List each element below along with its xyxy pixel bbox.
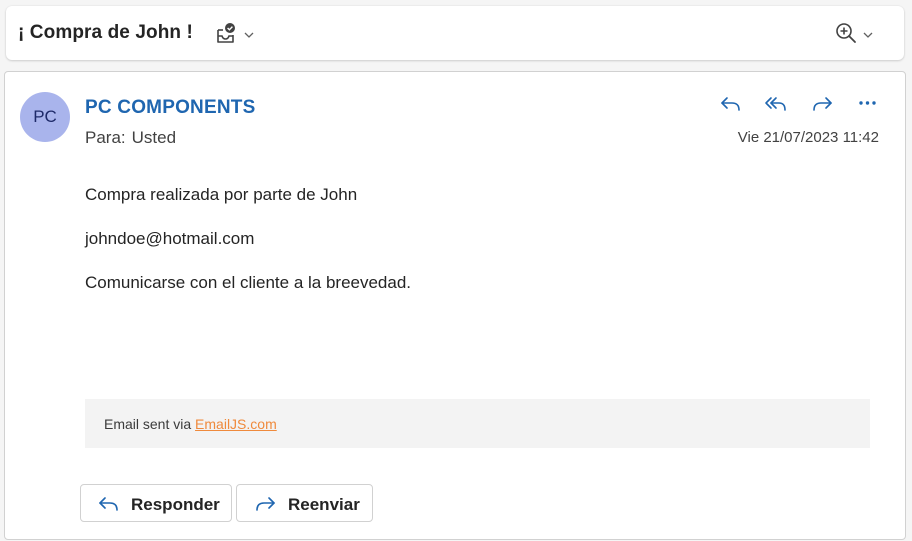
reply-button-label: Responder (131, 495, 220, 514)
email-subject: ¡ Compra de John ! (18, 22, 193, 43)
to-label: Para: (85, 128, 126, 147)
body-line: Compra realizada por parte de John (85, 185, 358, 204)
more-icon[interactable] (855, 92, 881, 116)
chevron-down-icon[interactable] (862, 30, 874, 40)
forward-icon[interactable] (809, 92, 835, 116)
envelope-check-icon[interactable] (214, 22, 238, 46)
recipient-name[interactable]: Usted (132, 128, 176, 147)
reply-icon (97, 494, 121, 514)
reply-icon[interactable] (718, 92, 744, 116)
body-line: johndoe@hotmail.com (85, 229, 255, 248)
email-reading-pane: ¡ Compra de John ! PC PC COMPONENTS Para… (0, 0, 912, 541)
zoom-in-icon[interactable] (834, 21, 858, 45)
forward-icon (253, 494, 277, 514)
message-date: Vie 21/07/2023 11:42 (737, 129, 879, 146)
email-footer: Email sent via EmailJS.com (85, 399, 870, 448)
sender-name[interactable]: PC COMPONENTS (85, 97, 255, 119)
recipient-row: Para: Usted (85, 128, 176, 148)
body-line: Comunicarse con el cliente a la breeveda… (85, 273, 412, 292)
avatar[interactable]: PC (20, 92, 70, 142)
forward-button-label: Reenviar (288, 495, 360, 514)
reply-button[interactable]: Responder (80, 484, 232, 522)
chevron-down-icon[interactable] (243, 30, 255, 40)
reply-all-icon[interactable] (763, 92, 789, 116)
subject-header: ¡ Compra de John ! (6, 6, 904, 60)
message-card: PC PC COMPONENTS Para: Usted Vie 21/07/2… (4, 71, 906, 540)
forward-button[interactable]: Reenviar (236, 484, 373, 522)
footer-text: Email sent via EmailJS.com (104, 416, 277, 432)
emailjs-link[interactable]: EmailJS.com (195, 416, 277, 432)
